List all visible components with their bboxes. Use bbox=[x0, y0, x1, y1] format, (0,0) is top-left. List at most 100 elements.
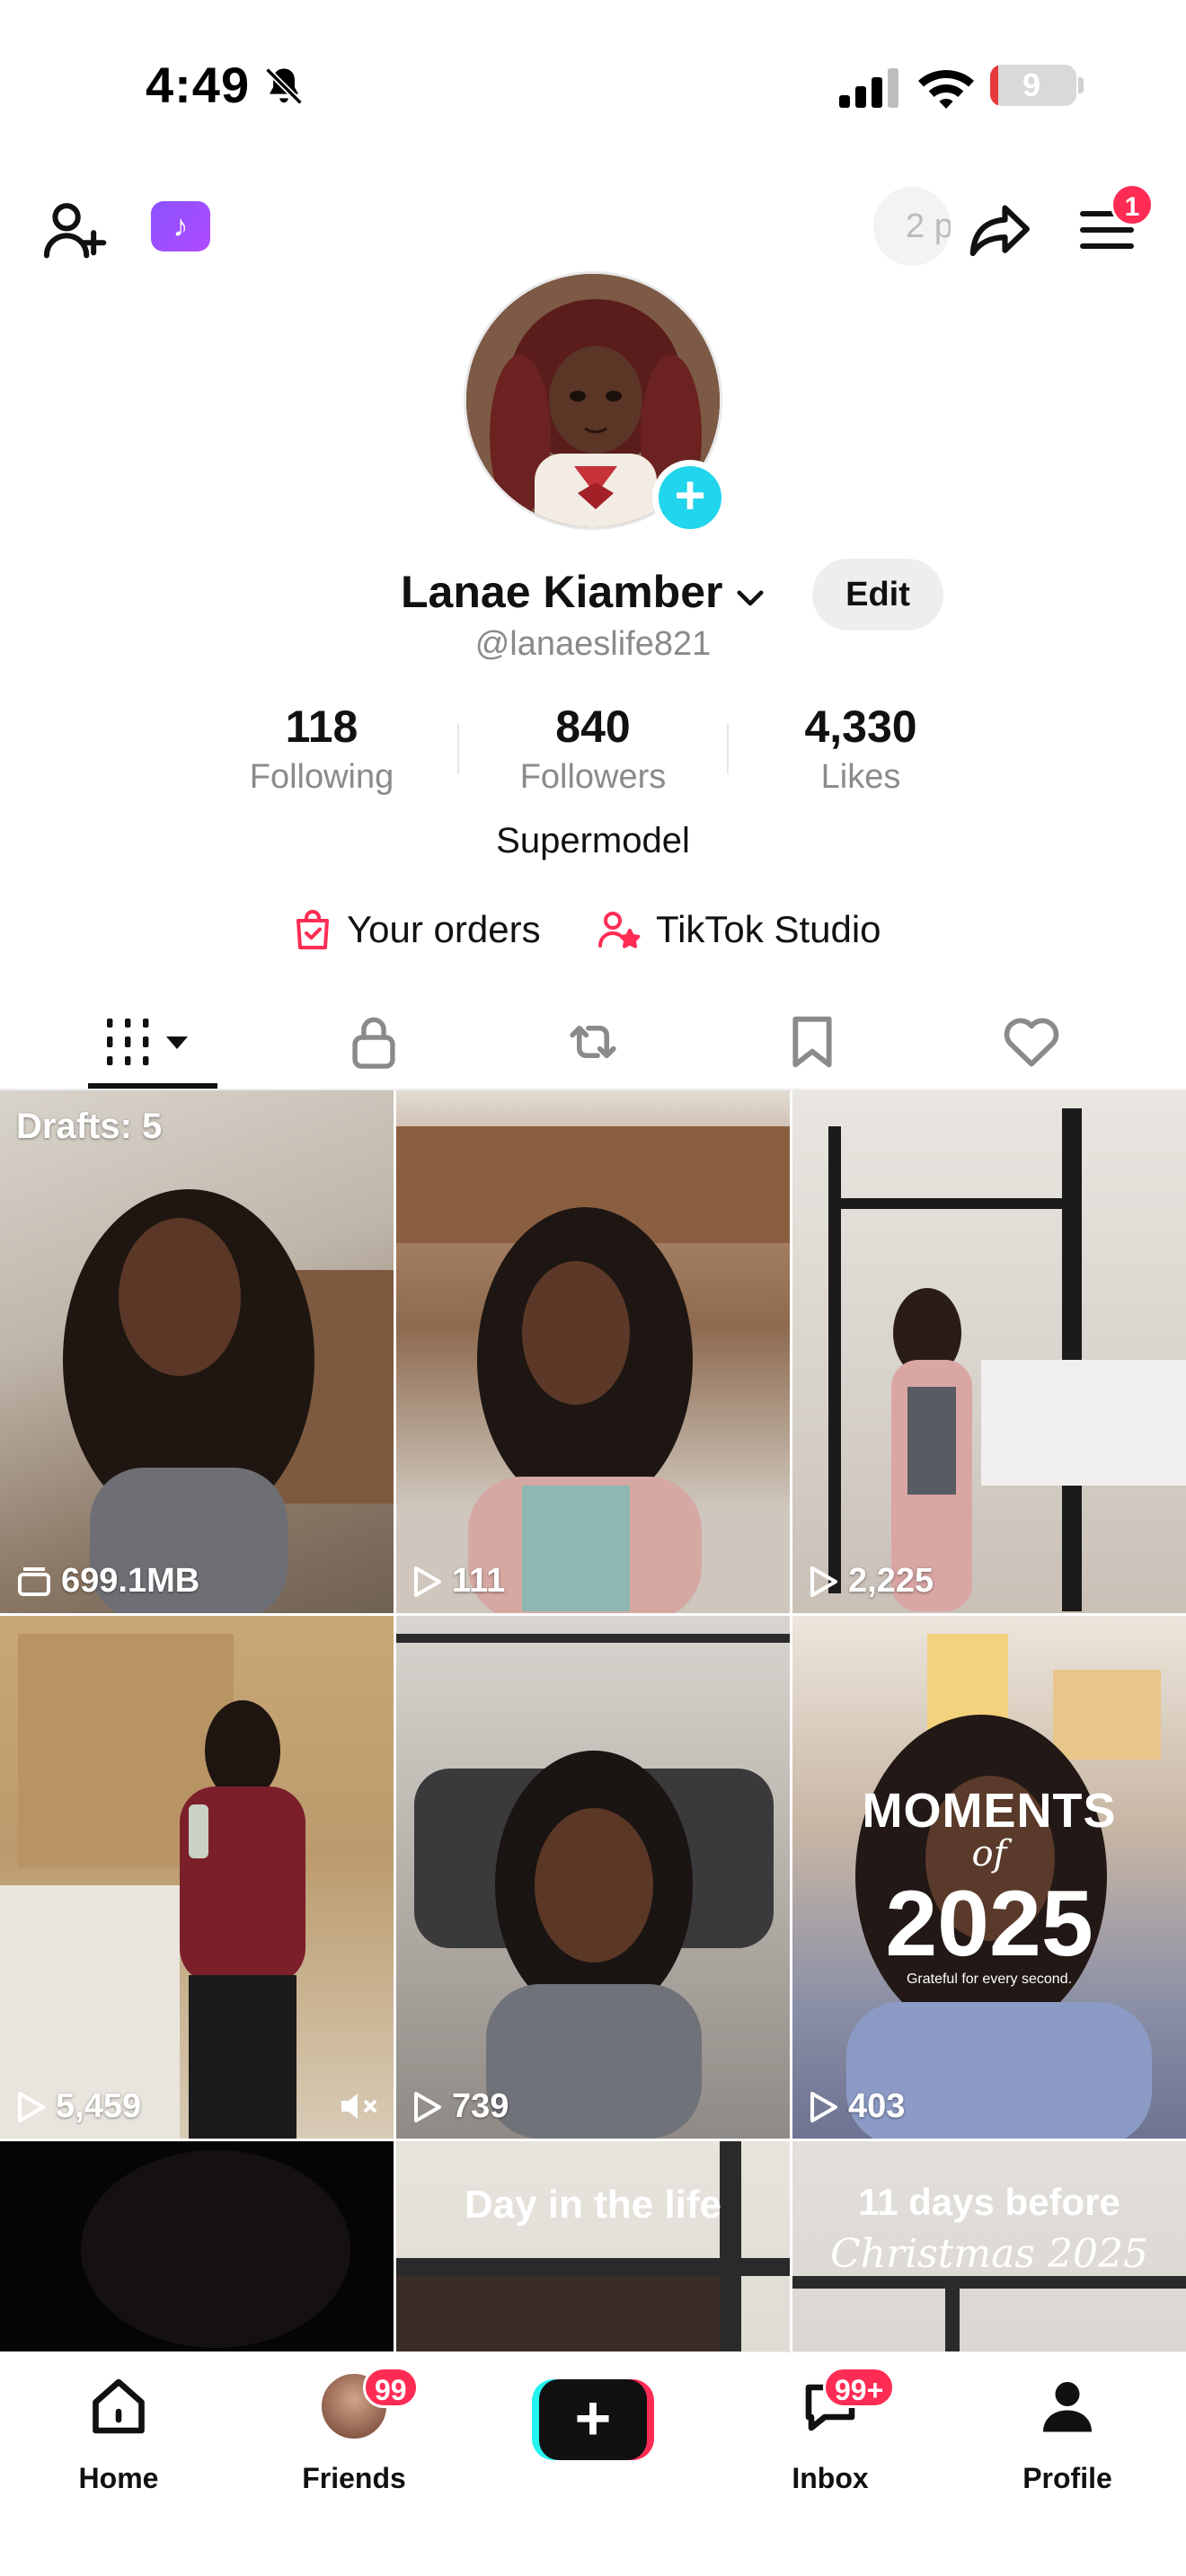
view-count: 5,459 bbox=[56, 2087, 142, 2125]
day-in-life-caption: Day in the life bbox=[464, 2183, 722, 2227]
battery-level: 9 bbox=[1022, 66, 1041, 103]
profile-bio: Supermodel bbox=[496, 821, 690, 860]
menu-notification-badge: 1 bbox=[1111, 183, 1154, 226]
stat-likes-value: 4,330 bbox=[804, 701, 917, 752]
view-count: 2,225 bbox=[848, 1562, 934, 1600]
stat-likes-label: Likes bbox=[820, 758, 901, 796]
add-user-icon bbox=[43, 203, 107, 259]
tab-liked[interactable] bbox=[960, 997, 1103, 1087]
video-tile[interactable]: 2,225 bbox=[792, 1090, 1186, 1613]
share-profile-button[interactable] bbox=[961, 192, 1037, 268]
avatar-add-button[interactable]: + bbox=[652, 460, 728, 535]
status-time: 4:49 bbox=[146, 57, 251, 113]
stat-followers-label: Followers bbox=[519, 758, 667, 796]
view-count: 403 bbox=[848, 2087, 906, 2125]
tiktok-music-button[interactable]: ♪ bbox=[151, 201, 210, 251]
video-thumbnail bbox=[396, 1634, 790, 2139]
edit-profile-button[interactable]: Edit bbox=[812, 559, 943, 631]
video-thumbnail bbox=[396, 2141, 790, 2351]
tab-favorites[interactable] bbox=[740, 997, 884, 1087]
tab-private[interactable] bbox=[302, 997, 446, 1087]
play-icon bbox=[810, 2091, 837, 2122]
video-tile[interactable]: 111 bbox=[396, 1090, 790, 1613]
video-thumbnail bbox=[81, 2150, 350, 2348]
tile-caption: 111 bbox=[412, 1562, 505, 1601]
nav-inbox-label: Inbox bbox=[792, 2462, 869, 2494]
moments-subtitle: Grateful for every second. bbox=[906, 1972, 1073, 1987]
drafts-tile[interactable]: Drafts: 5 699.1MB bbox=[0, 1090, 394, 1613]
inbox-badge: 99+ bbox=[823, 2367, 896, 2408]
name-row: Lanae Kiamber Edit bbox=[0, 559, 1186, 631]
video-tile[interactable]: 11 days before Christmas 2025 bbox=[792, 2141, 1186, 2351]
profile-links: Your orders TikTok Studio bbox=[0, 898, 1186, 961]
create-button[interactable]: + bbox=[532, 2379, 654, 2460]
view-count: 111 bbox=[452, 1562, 506, 1600]
display-name[interactable]: Lanae Kiamber bbox=[401, 566, 722, 618]
drafts-thumbnail bbox=[63, 1189, 394, 1613]
bottom-navigation: Home 99 Friends + 99+ Inbox Profile bbox=[0, 2351, 1186, 2576]
content-tabs bbox=[0, 997, 1186, 1090]
profile-stats: 118 Following 840 Followers 4,330 Likes bbox=[0, 701, 1186, 799]
wifi-icon bbox=[918, 70, 974, 109]
play-icon bbox=[810, 1566, 837, 1597]
heart-icon bbox=[1004, 1018, 1059, 1067]
tab-reposts[interactable] bbox=[521, 997, 665, 1087]
nav-friends[interactable]: 99 Friends bbox=[264, 2367, 444, 2496]
nav-profile-icon-wrap bbox=[1031, 2370, 1103, 2442]
play-icon bbox=[18, 2091, 45, 2122]
battery-indicator: 9 bbox=[990, 65, 1076, 106]
stat-following-value: 118 bbox=[285, 701, 358, 752]
bell-muted-icon bbox=[265, 67, 303, 105]
tile-caption: 5,459 bbox=[16, 2087, 141, 2126]
nav-profile[interactable]: Profile bbox=[978, 2370, 1157, 2496]
tiktok-studio-label: TikTok Studio bbox=[656, 908, 881, 950]
stat-likes[interactable]: 4,330 Likes bbox=[726, 701, 996, 797]
add-friend-button[interactable] bbox=[36, 192, 111, 268]
status-bar: 4:49 9 bbox=[0, 0, 1186, 180]
drafts-count-label: Drafts: 5 bbox=[16, 1107, 163, 1146]
stat-following-label: Following bbox=[249, 758, 394, 796]
stat-followers[interactable]: 840 Followers bbox=[458, 701, 728, 797]
nav-inbox[interactable]: 99+ Inbox bbox=[740, 2367, 920, 2496]
creator-star-icon bbox=[598, 912, 641, 948]
video-tile[interactable]: 739 bbox=[396, 1616, 790, 2139]
videos-grid-icon bbox=[107, 1019, 188, 1065]
moments-title: MOMENTS bbox=[862, 1784, 1117, 1838]
profile-header: ♪ 2 p bbox=[0, 180, 1186, 278]
your-orders-link[interactable]: Your orders bbox=[293, 898, 541, 961]
video-grid: Drafts: 5 699.1MB 111 2,225 5,459 739 MO… bbox=[0, 1090, 1186, 2351]
nav-home-label: Home bbox=[78, 2462, 159, 2494]
bookmark-icon bbox=[792, 1016, 832, 1068]
tile-caption: 699.1MB bbox=[16, 1562, 199, 1601]
now-status-pill[interactable]: 2 p bbox=[873, 187, 951, 266]
nav-friends-label: Friends bbox=[302, 2462, 406, 2494]
video-tile[interactable] bbox=[0, 2141, 394, 2351]
tile-caption: 403 bbox=[809, 2087, 905, 2126]
nav-profile-label: Profile bbox=[1022, 2462, 1112, 2494]
stat-following[interactable]: 118 Following bbox=[187, 701, 456, 797]
video-thumbnail bbox=[828, 1108, 1186, 1611]
moments-of: of bbox=[971, 1833, 1007, 1875]
drafts-size: 699.1MB bbox=[61, 1562, 200, 1600]
tab-videos[interactable] bbox=[81, 997, 225, 1087]
moments-year: 2025 bbox=[885, 1872, 1093, 1976]
play-icon bbox=[414, 2091, 441, 2122]
video-thumbnail bbox=[396, 1126, 790, 1613]
battery-tip bbox=[1078, 77, 1084, 93]
tile-caption: 739 bbox=[412, 2087, 509, 2126]
video-tile[interactable]: Day in the life bbox=[396, 2141, 790, 2351]
now-pill-text: 2 p bbox=[906, 207, 951, 245]
nav-home[interactable]: Home bbox=[29, 2370, 208, 2496]
days-before-caption: 11 days before bbox=[858, 2181, 1120, 2223]
video-thumbnail bbox=[0, 1634, 305, 2139]
tiktok-studio-link[interactable]: TikTok Studio bbox=[597, 898, 881, 961]
cellular-signal-icon bbox=[839, 68, 898, 108]
muted-speaker-icon bbox=[341, 2094, 377, 2119]
video-tile[interactable]: 5,459 bbox=[0, 1616, 394, 2139]
friends-badge: 99 bbox=[363, 2367, 419, 2408]
storage-icon bbox=[18, 1566, 50, 1596]
nav-home-icon-wrap bbox=[83, 2370, 155, 2442]
video-tile[interactable]: MOMENTS of 2025 Grateful for every secon… bbox=[792, 1616, 1186, 2139]
profile-person-icon bbox=[1043, 2382, 1092, 2432]
chevron-down-icon[interactable] bbox=[731, 578, 769, 616]
